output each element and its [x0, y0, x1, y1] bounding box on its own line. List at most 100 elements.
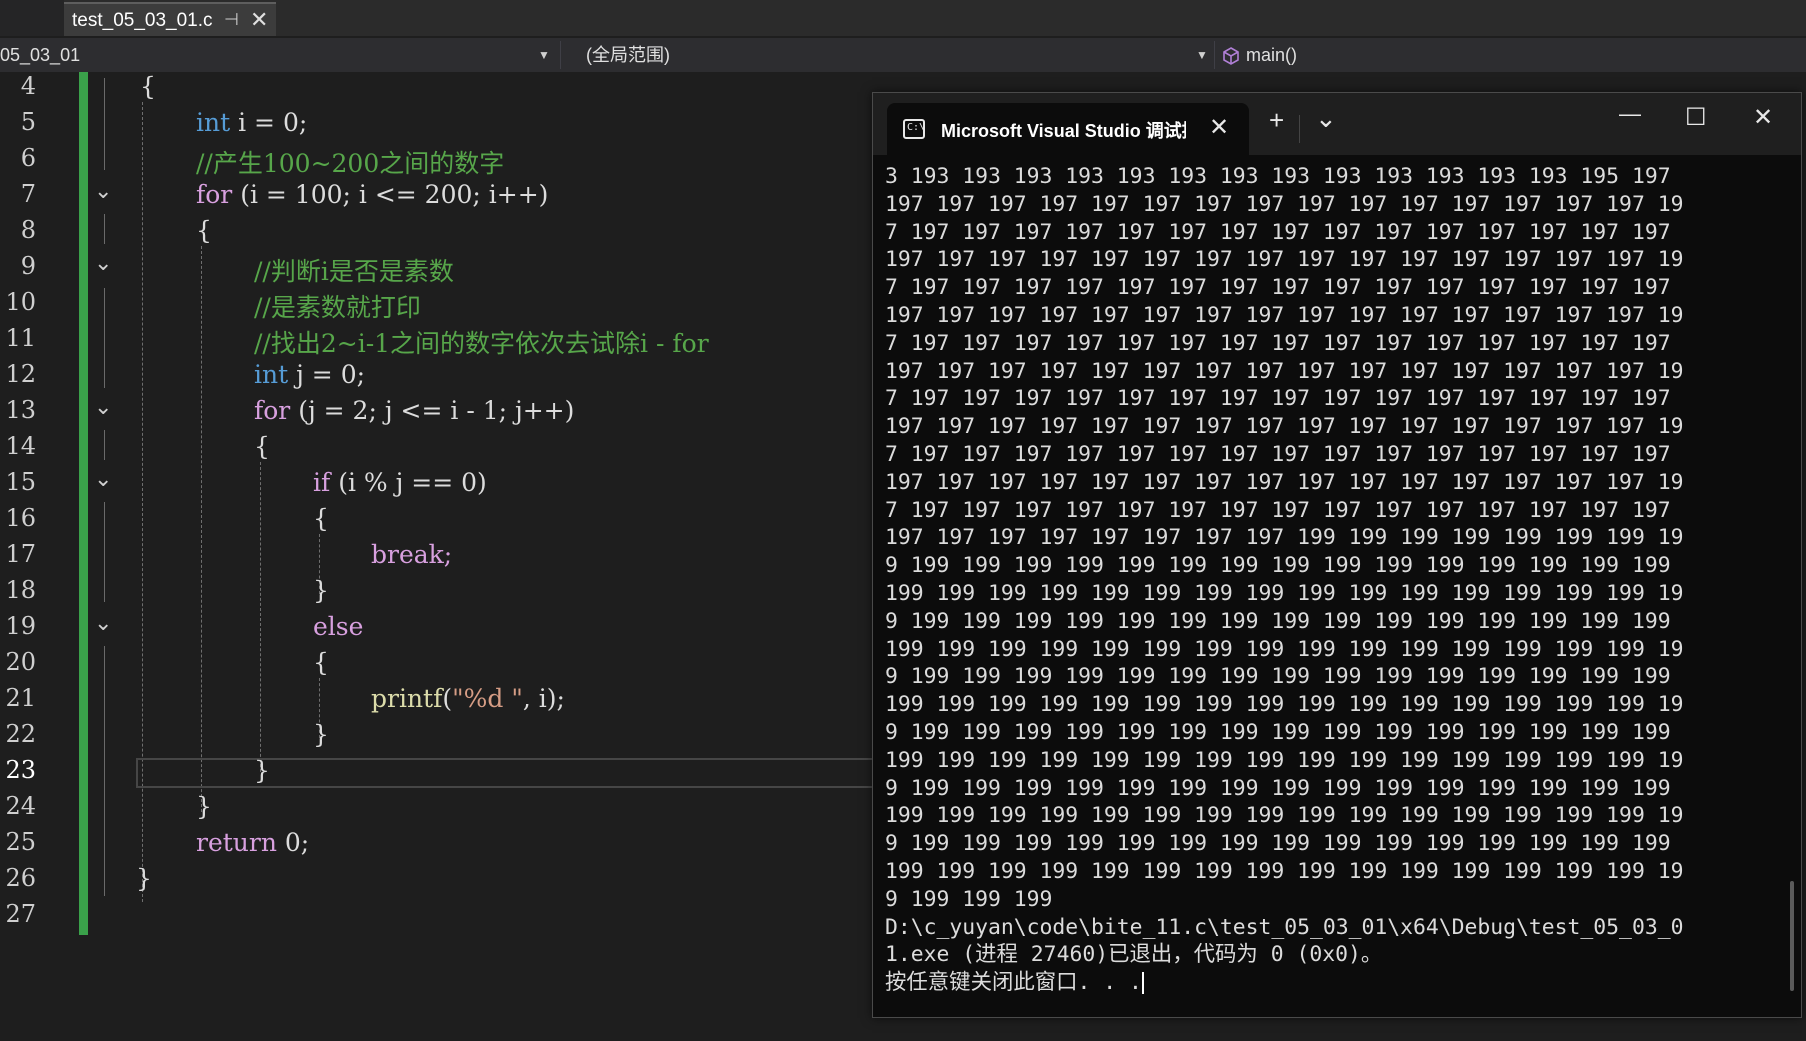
fold-chevron-icon[interactable]: ⌄ — [94, 178, 112, 204]
document-tab-test-05-03-01[interactable]: test_05_03_01.c ⊣ ✕ — [64, 2, 276, 36]
maximize-icon[interactable]: ☐ — [1685, 103, 1707, 132]
fold-chevron-icon[interactable]: ⌄ — [94, 466, 112, 492]
fold-range-line — [104, 214, 105, 244]
new-tab-plus-icon[interactable]: + — [1269, 105, 1284, 136]
console-tab-title: Microsoft Visual Studio 调试控制台 — [941, 121, 1186, 141]
console-line: 199 199 199 199 199 199 199 199 199 199 … — [885, 636, 1684, 662]
console-line: 197 197 197 197 197 197 197 197 197 197 … — [885, 469, 1684, 495]
fold-chevron-icon[interactable]: ⌄ — [94, 250, 112, 276]
console-line: 9 199 199 199 — [885, 886, 1053, 912]
console-line: 7 197 197 197 197 197 197 197 197 197 19… — [885, 219, 1671, 245]
line-number: 7 — [20, 180, 36, 208]
console-line: 7 197 197 197 197 197 197 197 197 197 19… — [885, 275, 1671, 301]
keyword-token: int — [196, 108, 231, 137]
fold-chevron-icon[interactable]: ⌄ — [94, 394, 112, 420]
line-number: 14 — [5, 432, 36, 460]
console-line: 9 199 199 199 199 199 199 199 199 199 19… — [885, 553, 1671, 579]
console-line: 9 199 199 199 199 199 199 199 199 199 19… — [885, 831, 1671, 857]
console-line: 197 197 197 197 197 197 197 197 199 199 … — [885, 525, 1684, 551]
console-prompt-line: 按任意键关闭此窗口. . . — [885, 969, 1765, 997]
line-number: 27 — [5, 900, 36, 928]
code-line-4: { — [140, 72, 156, 101]
code-line-18: } — [313, 576, 329, 605]
line-number: 20 — [5, 648, 36, 676]
code-line-11: //找出2~i-1之间的数字依次去试除i - for — [254, 329, 709, 358]
line-number: 25 — [5, 828, 36, 856]
code-text: i = 0; — [230, 108, 308, 137]
document-tab-label: test_05_03_01.c — [72, 10, 213, 31]
close-window-icon[interactable]: ✕ — [1753, 103, 1773, 132]
previous-tab-stub[interactable] — [0, 0, 64, 36]
code-line-19: else — [313, 612, 364, 641]
change-indicator-bar — [79, 72, 88, 935]
scope-dropdown[interactable]: (全局范围) — [572, 38, 1192, 72]
project-dropdown[interactable]: 05_03_01 — [0, 38, 560, 72]
scope-dropdown-label: (全局范围) — [586, 45, 670, 65]
line-number: 6 — [20, 144, 36, 172]
line-number: 21 — [5, 684, 36, 712]
line-number: 15 — [5, 468, 36, 496]
code-line-22: } — [313, 720, 329, 749]
console-line: 199 199 199 199 199 199 199 199 199 199 … — [885, 692, 1684, 718]
indent-guide — [260, 462, 261, 772]
minimize-icon[interactable]: — — [1619, 101, 1641, 127]
console-line: 199 199 199 199 199 199 199 199 199 199 … — [885, 747, 1684, 773]
console-line: 9 199 199 199 199 199 199 199 199 199 19… — [885, 608, 1671, 634]
console-line: 9 199 199 199 199 199 199 199 199 199 19… — [885, 664, 1671, 690]
code-line-13: for (j = 2; j <= i - 1; j++) — [254, 396, 574, 425]
line-number: 8 — [20, 216, 36, 244]
line-number: 10 — [5, 288, 36, 316]
console-line: 9 199 199 199 199 199 199 199 199 199 19… — [885, 719, 1671, 745]
console-line: 199 199 199 199 199 199 199 199 199 199 … — [885, 803, 1684, 829]
fold-range-line — [104, 430, 105, 460]
debug-console-window[interactable]: C:\ Microsoft Visual Studio 调试控制台 ✕ + ⌄ … — [872, 92, 1802, 1018]
line-number: 26 — [5, 864, 36, 892]
close-tab-icon[interactable]: ✕ — [1209, 113, 1229, 142]
project-dropdown-chevron-icon[interactable]: ▼ — [538, 38, 550, 72]
fold-chevron-icon[interactable]: ⌄ — [94, 610, 112, 636]
line-number: 11 — [5, 324, 36, 352]
scope-dropdown-chevron-icon[interactable]: ▼ — [1196, 38, 1208, 72]
line-number: 24 — [5, 792, 36, 820]
console-line: 197 197 197 197 197 197 197 197 197 197 … — [885, 247, 1684, 273]
nav-divider — [1214, 41, 1215, 69]
brace-token: { — [140, 72, 156, 101]
tab-dropdown-chevron-icon[interactable]: ⌄ — [1315, 103, 1337, 134]
document-tab-bar: test_05_03_01.c ⊣ ✕ — [0, 0, 1806, 36]
line-number: 17 — [5, 540, 36, 568]
code-text: ( — [442, 684, 453, 713]
function-dropdown[interactable]: main() — [1246, 38, 1786, 72]
line-number-current: 23 — [5, 756, 36, 784]
code-line-20: { — [313, 648, 329, 677]
code-line-7: for (i = 100; i <= 200; i++) — [196, 180, 548, 209]
console-line: 197 197 197 197 197 197 197 197 197 197 … — [885, 414, 1684, 440]
console-line: 199 199 199 199 199 199 199 199 199 199 … — [885, 580, 1684, 606]
text-cursor — [1141, 972, 1144, 995]
close-tab-icon[interactable]: ✕ — [250, 7, 268, 33]
code-line-9: //判断i是否是素数 — [254, 257, 454, 286]
console-output[interactable]: 3 193 193 193 193 193 193 193 193 193 19… — [885, 163, 1765, 1003]
code-line-17: break; — [371, 540, 453, 569]
console-line: 7 197 197 197 197 197 197 197 197 197 19… — [885, 386, 1671, 412]
console-titlebar[interactable]: C:\ Microsoft Visual Studio 调试控制台 ✕ + ⌄ … — [873, 93, 1801, 155]
fold-range-line — [104, 78, 105, 170]
line-number: 5 — [20, 108, 36, 136]
console-line: 7 197 197 197 197 197 197 197 197 197 19… — [885, 497, 1671, 523]
console-line: 197 197 197 197 197 197 197 197 197 197 … — [885, 358, 1684, 384]
fold-range-line — [104, 646, 105, 896]
code-line-15: if (i % j == 0) — [313, 468, 487, 497]
pin-tab-icon[interactable]: ⊣ — [224, 10, 239, 30]
code-line-16: { — [313, 504, 329, 533]
code-line-14: { — [254, 432, 270, 461]
line-number: 22 — [5, 720, 36, 748]
line-number: 16 — [5, 504, 36, 532]
code-text: 0; — [276, 828, 310, 857]
keyword-token: for — [196, 180, 233, 209]
console-scrollbar-thumb[interactable] — [1790, 881, 1794, 991]
code-line-6: //产生100~200之间的数字 — [196, 149, 505, 178]
indent-guide — [201, 246, 202, 812]
method-cube-icon — [1223, 47, 1239, 65]
titlebar-divider — [1299, 115, 1300, 143]
code-line-23: } — [254, 756, 270, 785]
console-tab[interactable]: C:\ Microsoft Visual Studio 调试控制台 ✕ — [887, 103, 1249, 155]
